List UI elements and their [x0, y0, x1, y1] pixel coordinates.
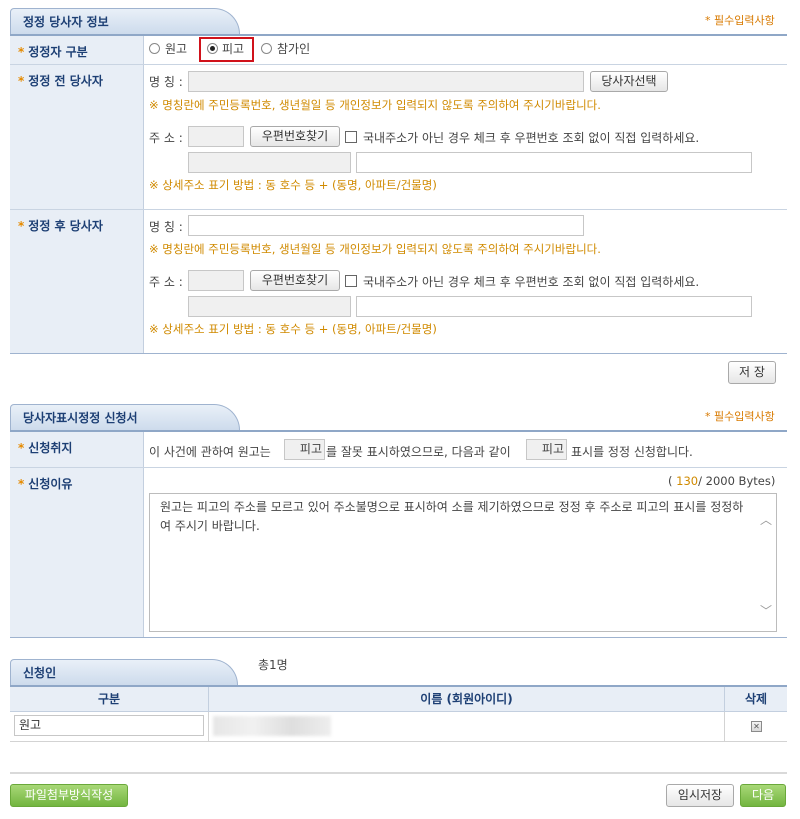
address-label: 주 소 : — [149, 275, 183, 289]
byte-count: 130 — [676, 474, 699, 488]
required-star-icon: * — [18, 477, 25, 491]
purpose-text-3: 표시를 정정 신청합니다. — [571, 445, 693, 459]
file-attach-button[interactable]: 파일첨부방식작성 — [10, 784, 128, 807]
address-hint: ※ 상세주소 표기 방법 : 동 호수 등 + (동명, 아파트/건물명) — [149, 322, 437, 336]
scroll-down-icon[interactable]: ﹀ — [760, 602, 772, 619]
purpose-text-2: 를 잘못 표시하였으므로, 다음과 같이 — [326, 445, 511, 459]
kind-label: 정정자 구분 — [28, 45, 88, 59]
byte-max: / 2000 Bytes) — [698, 474, 776, 488]
before-postcode-button[interactable]: 우편번호찾기 — [250, 126, 340, 147]
after-postcode-input[interactable] — [188, 270, 244, 291]
delete-row-icon[interactable]: ✕ — [751, 721, 762, 732]
byte-open: ( — [668, 474, 673, 488]
required-star-icon: * — [18, 441, 25, 455]
kind-label-cell: * 정정자 구분 — [10, 36, 144, 64]
reason-label-cell: * 신청이유 — [10, 468, 144, 637]
before-party-label-cell: * 정정 전 당사자 — [10, 65, 144, 209]
purpose-value-2: 피고 — [526, 439, 567, 460]
name-label: 명 칭 : — [149, 75, 183, 89]
after-address-detail-input[interactable] — [356, 296, 752, 317]
temp-save-button[interactable]: 임시저장 — [666, 784, 734, 807]
before-overseas-label: 국내주소가 아닌 경우 체크 후 우편번호 조회 없이 직접 입력하세요. — [363, 131, 700, 145]
required-star-icon: * — [18, 219, 25, 233]
applicant-total: 총1명 — [258, 658, 288, 672]
name-label: 명 칭 : — [149, 220, 183, 234]
before-postcode-input[interactable] — [188, 126, 244, 147]
after-party-label: 정정 후 당사자 — [28, 219, 103, 233]
after-name-input[interactable] — [188, 215, 584, 236]
purpose-text-1: 이 사건에 관하여 원고는 — [149, 445, 271, 459]
address-label: 주 소 : — [149, 131, 183, 145]
next-button[interactable]: 다음 — [740, 784, 786, 807]
after-postcode-button[interactable]: 우편번호찾기 — [250, 270, 340, 291]
section-title-applicant: 신청인 — [10, 659, 238, 685]
name-warning: ※ 명칭란에 주민등록번호, 생년월일 등 개인정보가 입력되지 않도록 주의하… — [149, 98, 601, 112]
purpose-label: 신청취지 — [28, 441, 73, 455]
save-button[interactable]: 저 장 — [728, 361, 776, 384]
radio-intervenor[interactable] — [261, 43, 272, 54]
address-hint: ※ 상세주소 표기 방법 : 동 호수 등 + (동명, 아파트/건물명) — [149, 178, 437, 192]
reason-textarea[interactable]: 원고는 피고의 주소를 모르고 있어 주소불명으로 표시하여 소를 제기하였으므… — [149, 493, 777, 632]
radio-defendant-label: 피고 — [222, 42, 245, 56]
name-warning: ※ 명칭란에 주민등록번호, 생년월일 등 개인정보가 입력되지 않도록 주의하… — [149, 242, 601, 256]
row-kind-input[interactable]: 원고 — [14, 715, 204, 736]
radio-plaintiff[interactable] — [149, 43, 160, 54]
table-row: 원고 ✕ — [10, 712, 787, 742]
col-header-delete: 삭제 — [744, 692, 768, 706]
purpose-label-cell: * 신청취지 — [10, 432, 144, 467]
after-overseas-checkbox[interactable] — [345, 275, 357, 287]
required-note: * 필수입력사항 — [705, 410, 775, 423]
col-header-name: 이름 (회원아이디) — [209, 687, 725, 711]
required-note: * 필수입력사항 — [705, 14, 775, 27]
reason-label: 신청이유 — [28, 477, 73, 491]
blurred-member-name — [213, 716, 331, 736]
section-title-application: 당사자표시정정 신청서 — [10, 404, 240, 430]
before-address-input[interactable] — [188, 152, 351, 173]
section-bottom-line — [10, 353, 787, 354]
footer-divider — [10, 772, 787, 774]
radio-plaintiff-label: 원고 — [165, 42, 188, 56]
section-title-party-info: 정정 당사자 정보 — [10, 8, 240, 34]
before-party-label: 정정 전 당사자 — [28, 74, 103, 88]
purpose-value-1: 피고 — [284, 439, 325, 460]
after-party-label-cell: * 정정 후 당사자 — [10, 210, 144, 353]
before-name-input[interactable] — [188, 71, 584, 92]
scroll-up-icon[interactable]: ︿ — [760, 511, 772, 528]
after-overseas-label: 국내주소가 아닌 경우 체크 후 우편번호 조회 없이 직접 입력하세요. — [363, 275, 700, 289]
radio-intervenor-label: 참가인 — [277, 42, 311, 56]
section-bottom-line — [10, 637, 787, 638]
before-address-detail-input[interactable] — [356, 152, 752, 173]
byte-counter: ( 130/ 2000 Bytes) — [668, 474, 775, 488]
required-star-icon: * — [18, 74, 25, 88]
radio-defendant[interactable] — [207, 43, 218, 54]
table-header: 구분 이름 (회원아이디) 삭제 — [10, 687, 787, 712]
after-address-input[interactable] — [188, 296, 351, 317]
required-star-icon: * — [18, 45, 25, 59]
before-overseas-checkbox[interactable] — [345, 131, 357, 143]
col-header-kind: 구분 — [10, 687, 209, 711]
party-select-button[interactable]: 당사자선택 — [590, 71, 668, 92]
